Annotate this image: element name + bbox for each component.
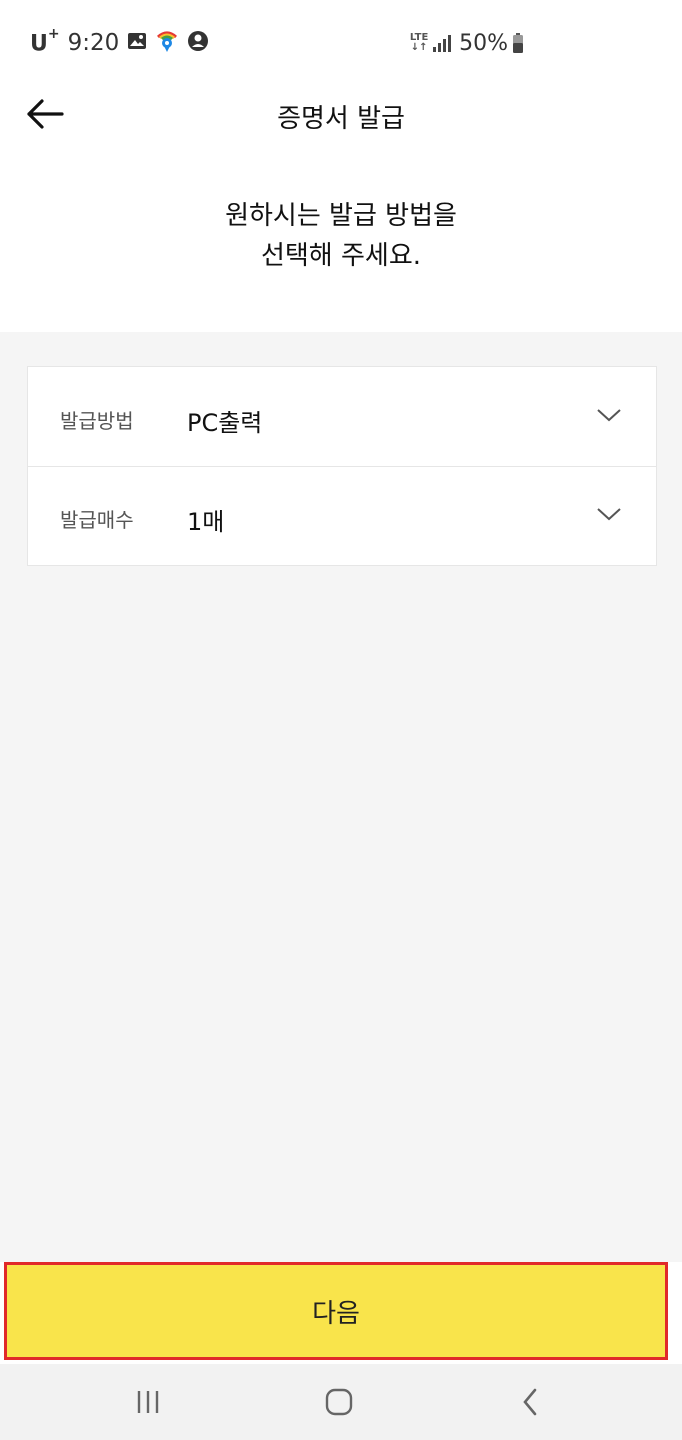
issue-count-label: 발급매수 (60, 508, 134, 532)
intro-line-2: 선택해 주세요. (260, 241, 422, 271)
chevron-down-icon (597, 409, 621, 422)
maps-icon (155, 29, 179, 57)
carrier-name: U (30, 31, 48, 57)
system-back-button[interactable] (510, 1384, 550, 1420)
chevron-down-icon (597, 508, 621, 521)
next-button-label: 다음 (312, 1298, 360, 1329)
gallery-icon (127, 32, 147, 54)
home-icon (325, 1388, 353, 1416)
recent-apps-icon (137, 1391, 159, 1413)
system-nav-bar (0, 1364, 682, 1440)
carrier-label: U+ (30, 26, 60, 57)
network-label: LTE (409, 32, 429, 43)
account-icon (187, 30, 209, 56)
status-time: 9:20 (67, 30, 120, 56)
status-bar: U+ 9:20 LTE ↓↑ 50% (0, 0, 682, 84)
issue-method-select[interactable]: 발급방법 PC출력 (28, 367, 656, 467)
lte-icon: LTE ↓↑ (409, 32, 429, 53)
issue-count-select[interactable]: 발급매수 1매 (28, 466, 656, 565)
issue-method-value: PC출력 (187, 409, 263, 437)
intro-line-1: 원하시는 발급 방법을 (225, 201, 457, 231)
recent-apps-button[interactable] (128, 1384, 168, 1420)
battery-icon (512, 33, 523, 53)
intro-text: 원하시는 발급 방법을 선택해 주세요. (0, 196, 682, 276)
page-title: 증명서 발급 (277, 104, 405, 134)
next-button[interactable]: 다음 (4, 1262, 668, 1360)
home-button[interactable] (319, 1384, 359, 1420)
app-header: 증명서 발급 (0, 84, 682, 144)
issue-method-label: 발급방법 (60, 409, 134, 433)
issue-count-value: 1매 (187, 508, 225, 536)
status-right: LTE ↓↑ 50% (409, 28, 523, 58)
signal-icon (433, 34, 453, 52)
status-left: U+ 9:20 (30, 26, 209, 58)
battery-percent: 50% (459, 30, 508, 56)
chevron-left-icon (523, 1388, 537, 1416)
issue-options-card: 발급방법 PC출력 발급매수 1매 (27, 366, 657, 566)
carrier-sup: + (47, 25, 60, 42)
